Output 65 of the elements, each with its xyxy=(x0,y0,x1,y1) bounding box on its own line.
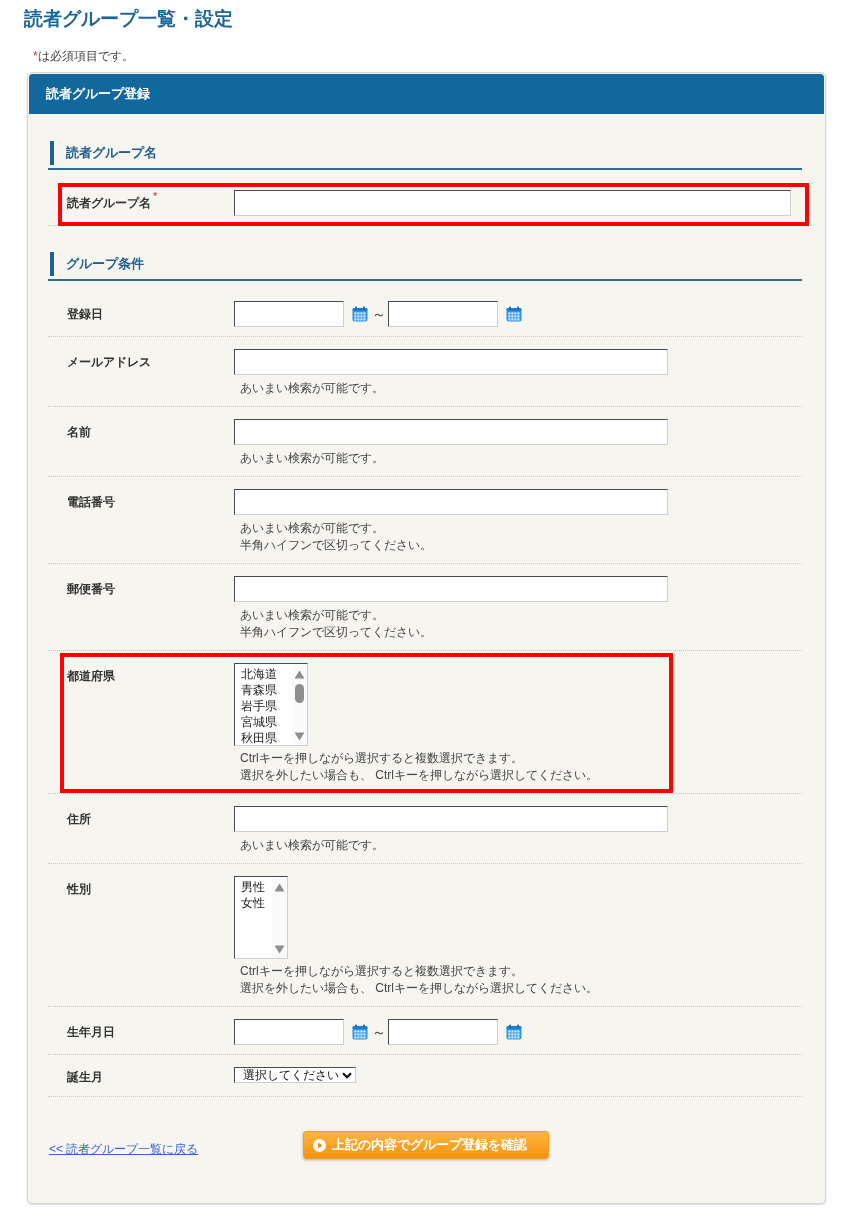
field-label: 郵便番号 xyxy=(67,581,115,598)
field-label: メールアドレス xyxy=(67,354,151,371)
calendar-icon[interactable] xyxy=(506,306,522,322)
calendar-icon[interactable] xyxy=(506,1024,522,1040)
scroll-down-arrow-icon[interactable] xyxy=(294,732,305,741)
back-link[interactable]: << 読者グループ一覧に戻る xyxy=(49,1140,199,1158)
listbox[interactable]: 男性 女性 xyxy=(234,876,288,959)
hint-text: 選択を外したい場合も、 Ctrlキーを押しながら選択してください。 xyxy=(239,980,598,997)
scroll-up-arrow-icon[interactable] xyxy=(274,883,285,892)
chevron-down-icon xyxy=(342,1071,352,1079)
calendar-icon[interactable] xyxy=(352,306,368,322)
text-input[interactable] xyxy=(234,349,668,375)
listbox-option[interactable]: 青森県 xyxy=(241,682,285,698)
text-input[interactable] xyxy=(234,489,668,515)
range-separator: ～ xyxy=(372,305,386,324)
text-input[interactable] xyxy=(234,190,791,216)
required-note: は必須項目です。 xyxy=(37,49,134,63)
hint-text: あいまい検索が可能です。 xyxy=(239,380,384,397)
listbox-option[interactable]: 秋田県 xyxy=(241,730,285,745)
heading-accent-bar xyxy=(50,252,54,276)
heading-accent-bar xyxy=(50,141,54,165)
page-title: 読者グループ一覧・設定 xyxy=(24,7,233,31)
field-label: 電話番号 xyxy=(67,494,115,511)
listbox-option[interactable]: 宮城県 xyxy=(241,714,285,730)
field-label: 都道府県 xyxy=(67,668,115,685)
scrollbar-thumb[interactable] xyxy=(295,684,304,703)
date-input[interactable] xyxy=(234,1019,344,1045)
hint-text: Ctrlキーを押しながら選択すると複数選択できます。 xyxy=(239,750,523,767)
field-label: 読者グループ名 xyxy=(67,195,151,212)
text-input[interactable] xyxy=(234,576,668,602)
hint-text: Ctrlキーを押しながら選択すると複数選択できます。 xyxy=(239,963,523,980)
panel-header: 読者グループ登録 xyxy=(29,74,824,114)
range-separator: ～ xyxy=(372,1023,386,1042)
hint-text: あいまい検索が可能です。 xyxy=(239,607,384,624)
text-input[interactable] xyxy=(234,419,668,445)
hint-text: あいまい検索が可能です。 xyxy=(239,450,384,467)
required-mark: * xyxy=(33,49,38,63)
hint-text: 選択を外したい場合も、 Ctrlキーを押しながら選択してください。 xyxy=(239,767,598,784)
listbox-option[interactable]: 男性 xyxy=(241,879,265,895)
section-heading: グループ条件 xyxy=(66,255,144,273)
field-label: 住所 xyxy=(67,811,91,828)
hint-text: あいまい検索が可能です。 xyxy=(239,837,384,854)
listbox[interactable]: 北海道 青森県 岩手県 宮城県 秋田県 xyxy=(234,663,308,746)
date-input[interactable] xyxy=(388,301,498,327)
field-label: 誕生月 xyxy=(67,1069,103,1086)
field-label: 登録日 xyxy=(67,306,103,323)
field-label: 生年月日 xyxy=(67,1024,115,1041)
listbox-option[interactable]: 女性 xyxy=(241,895,265,911)
listbox-option[interactable]: 北海道 xyxy=(241,666,285,682)
hint-text: 半角ハイフンで区切ってください。 xyxy=(239,624,432,641)
play-icon xyxy=(312,1138,326,1152)
required-mark: * xyxy=(153,189,158,203)
listbox-option[interactable]: 岩手県 xyxy=(241,698,285,714)
calendar-icon[interactable] xyxy=(352,1024,368,1040)
field-label: 名前 xyxy=(67,424,91,441)
date-input[interactable] xyxy=(388,1019,498,1045)
scroll-up-arrow-icon[interactable] xyxy=(294,670,305,679)
hint-text: 半角ハイフンで区切ってください。 xyxy=(239,537,432,554)
hint-text: あいまい検索が可能です。 xyxy=(239,520,384,537)
date-input[interactable] xyxy=(234,301,344,327)
month-select[interactable]: 選択してください xyxy=(234,1067,356,1083)
text-input[interactable] xyxy=(234,806,668,832)
scroll-down-arrow-icon[interactable] xyxy=(274,945,285,954)
section-heading: 読者グループ名 xyxy=(66,144,157,162)
field-label: 性別 xyxy=(67,881,91,898)
